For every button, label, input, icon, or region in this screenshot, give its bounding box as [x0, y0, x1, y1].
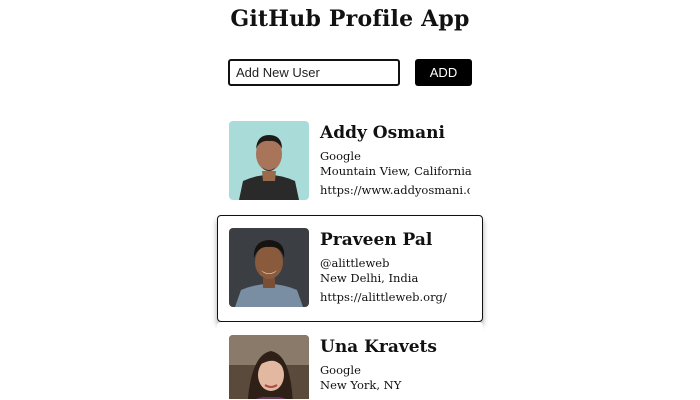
profile-info: Praveen Pal @alittleweb New Delhi, India… [320, 230, 478, 305]
profile-name: Praveen Pal [320, 230, 433, 250]
profile-name: Addy Osmani [320, 123, 445, 143]
avatar [229, 335, 309, 399]
profile-info: Addy Osmani Google Mountain View, Califo… [320, 123, 478, 198]
add-user-input[interactable] [228, 59, 400, 86]
profile-url[interactable]: https://www.addyosmani.com [320, 183, 470, 198]
profile-company: Google [320, 149, 361, 163]
profile-card[interactable]: Praveen Pal @alittleweb New Delhi, India… [217, 215, 483, 322]
avatar [229, 228, 309, 307]
profile-info: Una Kravets Google New York, NY [320, 337, 478, 393]
profile-name: Una Kravets [320, 337, 437, 357]
profile-location: New Delhi, India [320, 271, 419, 285]
add-user-form: ADD [228, 59, 472, 86]
profile-company: Google [320, 363, 361, 377]
avatar-image [229, 121, 309, 200]
profile-url[interactable]: https://alittleweb.org/ [320, 290, 470, 305]
profile-location: Mountain View, California [320, 164, 472, 178]
avatar-image [229, 335, 309, 399]
profile-card[interactable]: Una Kravets Google New York, NY [217, 322, 483, 400]
profile-location: New York, NY [320, 378, 402, 392]
add-user-button[interactable]: ADD [415, 59, 472, 86]
page: GitHub Profile App ADD Addy Osmani Googl… [0, 0, 700, 400]
app-title: GitHub Profile App [230, 6, 470, 32]
profile-card[interactable]: Addy Osmani Google Mountain View, Califo… [217, 108, 483, 215]
avatar [229, 121, 309, 200]
avatar-image [229, 228, 309, 307]
profile-company: @alittleweb [320, 256, 390, 270]
